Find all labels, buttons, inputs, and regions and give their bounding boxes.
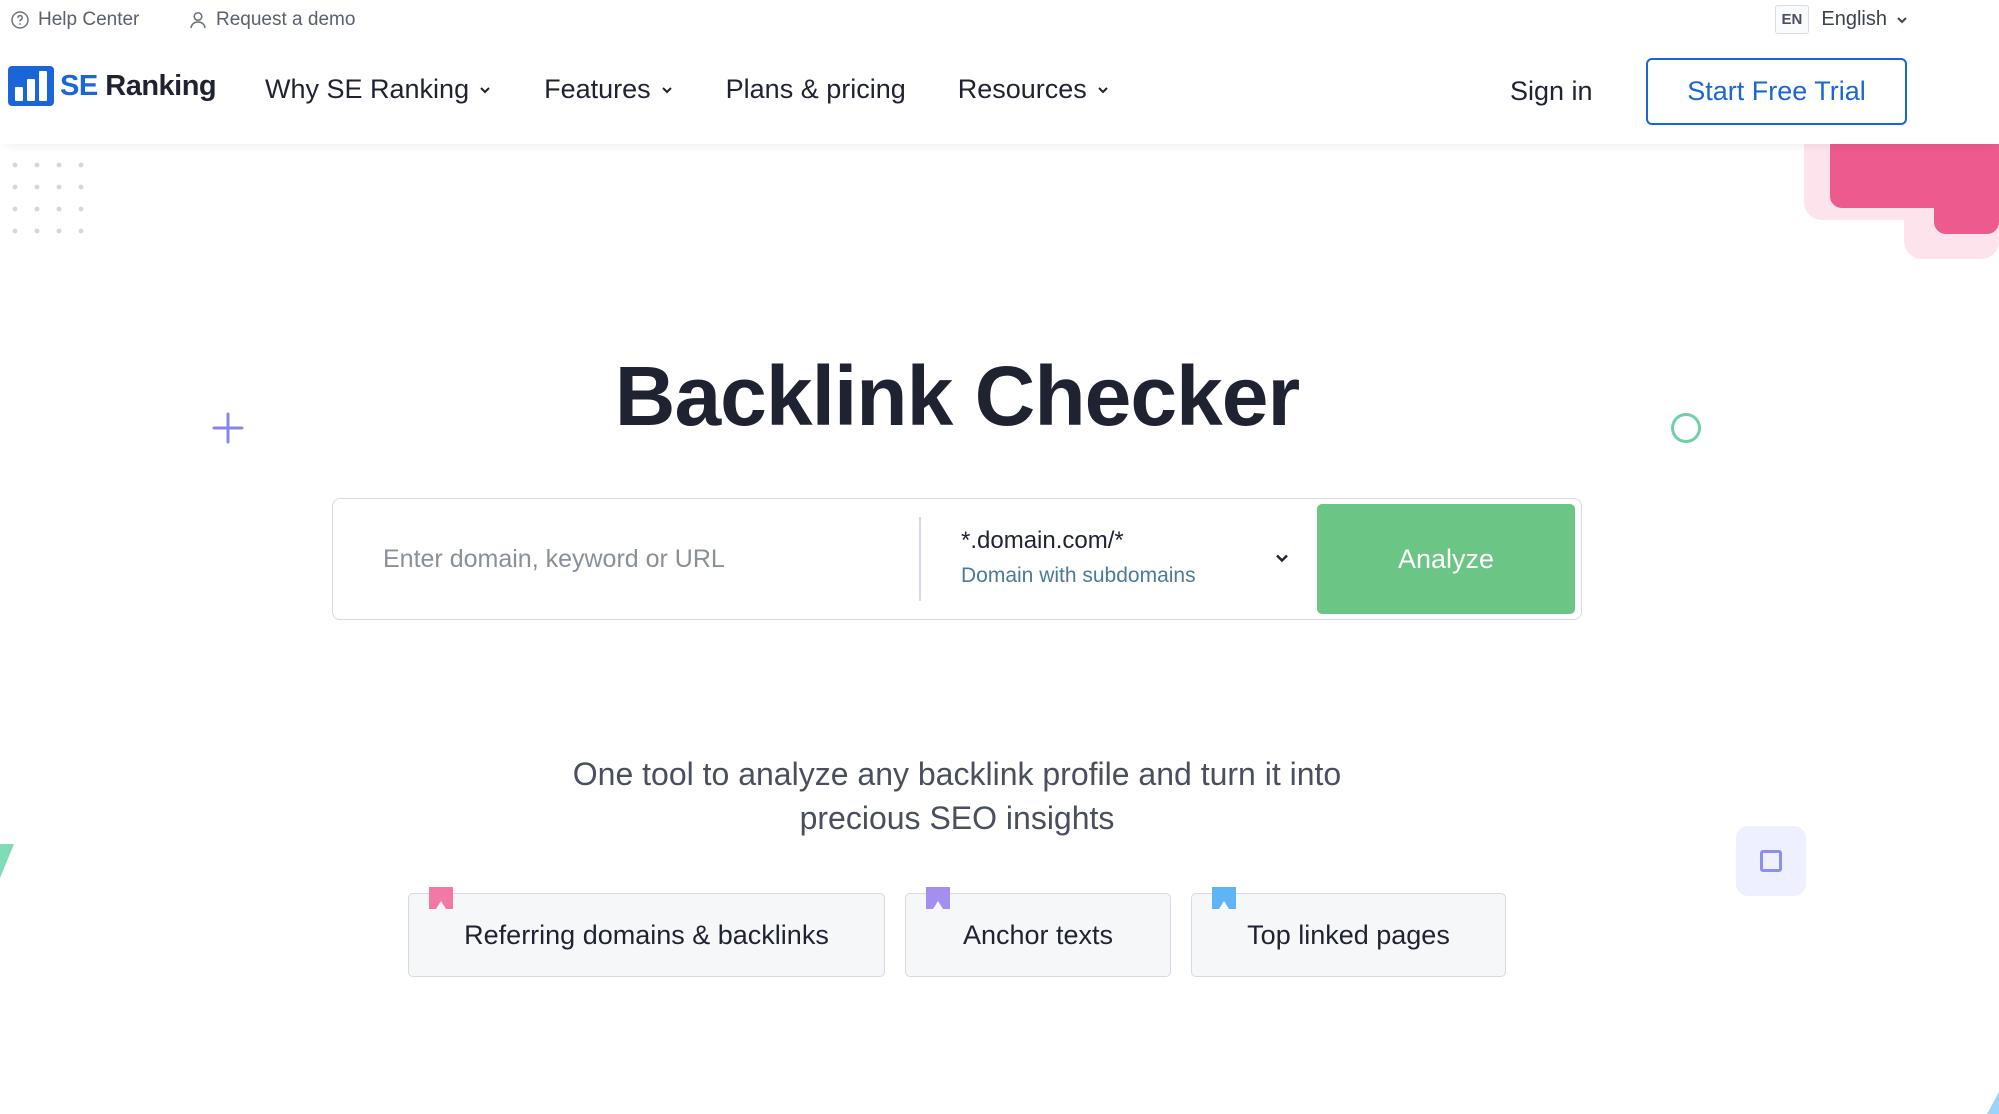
user-icon — [190, 11, 206, 29]
pink-shape-decoration — [1804, 144, 1999, 259]
nav-menu: Why SE Ranking Features Plans & pricing … — [265, 74, 1110, 105]
page: Help Center Request a demo EN English SE… — [0, 0, 1999, 1114]
chevron-down-icon — [1897, 16, 1907, 23]
chevron-down-icon — [1098, 86, 1108, 93]
scope-dropdown[interactable]: *.domain.com/* Domain with subdomains — [961, 527, 1291, 593]
help-center-link[interactable]: Help Center — [10, 9, 139, 31]
blue-shape-decoration — [1987, 1092, 1999, 1114]
se-ranking-logo-icon — [8, 66, 54, 106]
language-name: English — [1821, 8, 1909, 31]
help-center-label: Help Center — [38, 9, 140, 30]
nav-item-label: Features — [544, 74, 651, 104]
feature-tag-referring-domains[interactable]: Referring domains & backlinks — [408, 887, 885, 977]
nav-item-label: Plans & pricing — [725, 74, 906, 104]
se-ranking-logo[interactable]: SE Ranking — [8, 66, 217, 106]
feature-tag-label: Top linked pages — [1247, 919, 1450, 950]
chevron-down-icon — [480, 86, 490, 93]
subtitle-line-1: One tool to analyze any backlink profile… — [572, 756, 1342, 792]
language-switcher[interactable]: EN English — [1774, 5, 1909, 34]
bookmark-icon — [1212, 887, 1236, 909]
bookmark-icon — [429, 887, 453, 909]
search-divider — [919, 517, 921, 601]
nav-item-why-se-ranking[interactable]: Why SE Ranking — [265, 74, 492, 105]
bookmark-icon — [926, 887, 950, 909]
language-name-label: English — [1821, 8, 1887, 30]
logo-ranking: Ranking — [105, 69, 217, 102]
domain-search-input[interactable] — [383, 539, 903, 579]
utility-bar: Help Center Request a demo EN English — [0, 0, 1999, 44]
nav-item-plans-pricing[interactable]: Plans & pricing — [726, 74, 906, 105]
nav-item-features[interactable]: Features — [544, 74, 674, 105]
nav-item-label: Resources — [957, 74, 1087, 104]
chevron-down-icon — [1276, 554, 1288, 563]
logo-se: SE — [60, 69, 98, 102]
dot-grid-decoration — [0, 150, 100, 250]
sign-in-link[interactable]: Sign in — [1510, 76, 1593, 107]
feature-tag-anchor-texts[interactable]: Anchor texts — [905, 887, 1171, 977]
backlink-search-form: *.domain.com/* Domain with subdomains An… — [332, 498, 1582, 620]
green-shape-decoration — [0, 844, 14, 878]
scope-selected-value: *.domain.com/* — [961, 527, 1124, 554]
request-demo-label: Request a demo — [216, 9, 356, 30]
subtitle-line-2: precious SEO insights — [799, 800, 1115, 836]
nav-item-label: Why SE Ranking — [265, 74, 470, 104]
request-demo-link[interactable]: Request a demo — [188, 9, 355, 31]
logo-wordmark: SE Ranking — [60, 69, 217, 103]
main-nav: SE Ranking Why SE Ranking Features Plans… — [0, 44, 1999, 144]
analyze-button[interactable]: Analyze — [1317, 504, 1575, 614]
help-circle-icon — [11, 11, 29, 29]
hero-subtitle: One tool to analyze any backlink profile… — [0, 752, 1914, 840]
scope-description: Domain with subdomains — [961, 564, 1196, 587]
feature-tag-top-linked-pages[interactable]: Top linked pages — [1191, 887, 1506, 977]
nav-item-resources[interactable]: Resources — [958, 74, 1110, 105]
language-code-badge: EN — [1774, 5, 1810, 34]
chevron-down-icon — [661, 86, 672, 93]
page-title: Backlink Checker — [614, 349, 1300, 443]
feature-tag-label: Anchor texts — [962, 919, 1114, 950]
start-free-trial-button[interactable]: Start Free Trial — [1646, 58, 1907, 125]
feature-tag-label: Referring domains & backlinks — [464, 919, 829, 950]
